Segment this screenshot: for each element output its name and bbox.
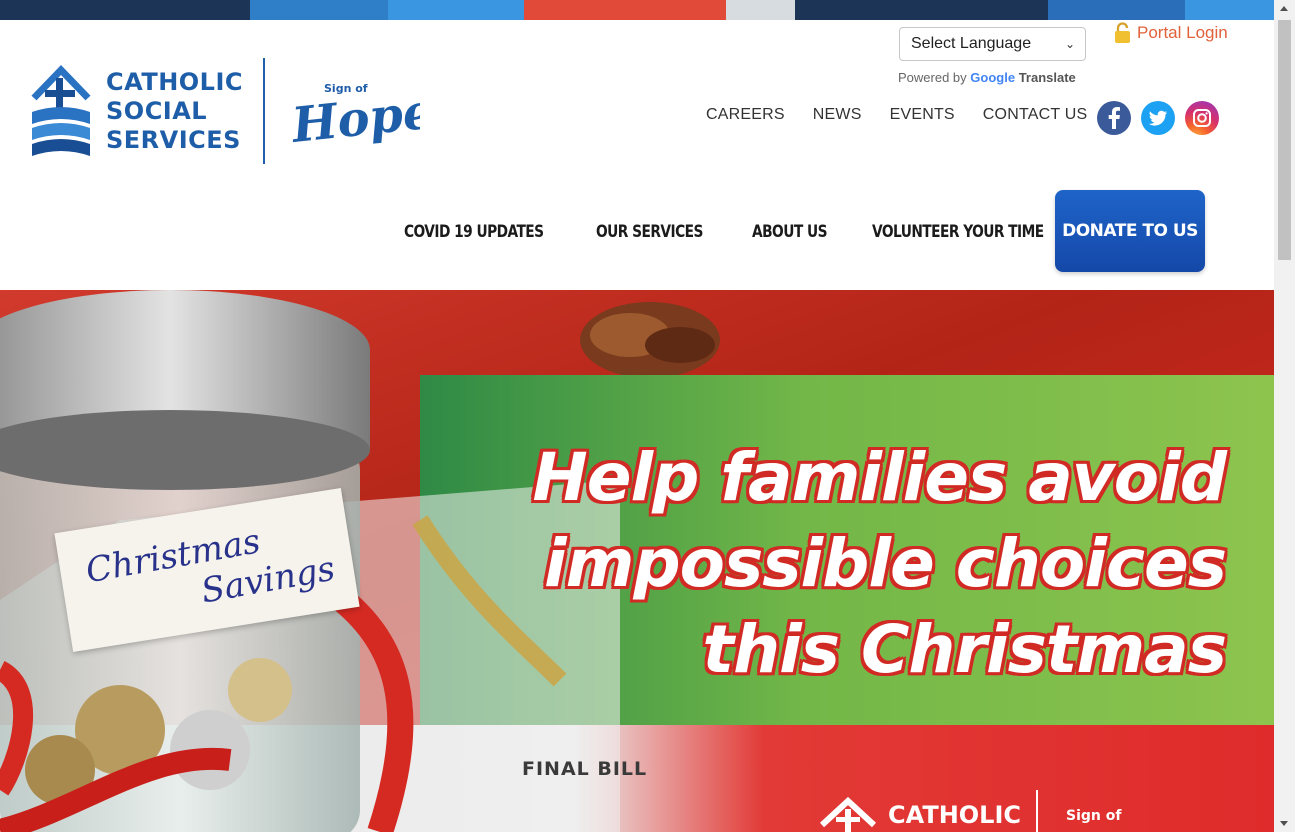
donate-button[interactable]: DONATE TO US bbox=[1055, 190, 1205, 272]
facebook-icon[interactable] bbox=[1097, 101, 1131, 135]
stripe-segment bbox=[0, 0, 250, 20]
google-logo: Google bbox=[970, 70, 1018, 85]
social-links bbox=[1097, 101, 1219, 135]
main-nav-covid-updates[interactable]: COVID 19 UPDATES bbox=[404, 222, 544, 242]
top-nav-contact-us[interactable]: CONTACT US bbox=[983, 106, 1088, 124]
top-nav-events[interactable]: EVENTS bbox=[890, 106, 955, 124]
stripe-segment bbox=[726, 0, 795, 20]
main-nav-volunteer[interactable]: VOLUNTEER YOUR TIME bbox=[872, 222, 1044, 242]
stripe-segment bbox=[524, 0, 726, 20]
logo-wordmark: CATHOLIC SOCIAL SERVICES bbox=[106, 68, 243, 155]
logo-line: CATHOLIC bbox=[106, 68, 244, 96]
twitter-icon[interactable] bbox=[1141, 101, 1175, 135]
instagram-glyph-icon bbox=[1193, 109, 1211, 127]
facebook-glyph-icon bbox=[1108, 107, 1120, 129]
powered-by-google-translate: Powered by Google Translate bbox=[898, 70, 1076, 85]
stripe-segment bbox=[1185, 0, 1274, 20]
mini-hope-text: Sign of bbox=[1066, 808, 1122, 824]
scroll-up-arrow-icon[interactable] bbox=[1280, 6, 1288, 11]
logo-divider bbox=[263, 58, 265, 164]
stripe-segment bbox=[1048, 0, 1185, 20]
scrollbar-thumb[interactable] bbox=[1278, 20, 1291, 260]
stripe-segment bbox=[388, 0, 524, 20]
site-logo[interactable]: CATHOLIC SOCIAL SERVICES Sign of Hope! bbox=[28, 58, 420, 168]
hero-headline: Help families avoid impossible choices t… bbox=[532, 435, 1227, 693]
twitter-glyph-icon bbox=[1148, 110, 1167, 126]
top-nav-news[interactable]: NEWS bbox=[813, 106, 862, 124]
cross-house-icon bbox=[819, 796, 877, 832]
chevron-down-icon: ⌄ bbox=[1064, 37, 1075, 51]
stripe-segment bbox=[795, 0, 1048, 20]
portal-login-label: Portal Login bbox=[1137, 23, 1228, 42]
top-nav-careers[interactable]: CAREERS bbox=[706, 106, 785, 124]
logo-line: SERVICES bbox=[106, 126, 241, 154]
mini-logo-divider bbox=[1036, 790, 1038, 832]
headline-line: impossible choices bbox=[543, 525, 1227, 602]
main-nav-our-services[interactable]: OUR SERVICES bbox=[596, 222, 703, 242]
hero-banner[interactable]: Christmas Savings Help families avoid im… bbox=[0, 290, 1274, 832]
top-color-stripe bbox=[0, 0, 1274, 20]
translate-link[interactable]: Translate bbox=[1019, 70, 1076, 85]
logo-line: SOCIAL bbox=[106, 97, 208, 125]
final-bill-text: FINAL BILL bbox=[522, 758, 648, 780]
sign-of-hope-logo-icon: Sign of Hope! bbox=[290, 81, 420, 150]
main-nav-about-us[interactable]: ABOUT US bbox=[752, 222, 828, 242]
hope-big-text: Hope! bbox=[290, 81, 420, 150]
language-select-value: Select Language bbox=[911, 35, 1032, 52]
powered-by-text: Powered by bbox=[898, 70, 967, 85]
headline-line: this Christmas bbox=[702, 611, 1227, 688]
catholic-social-services-logo-icon bbox=[31, 64, 91, 156]
instagram-icon[interactable] bbox=[1185, 101, 1219, 135]
portal-login-link[interactable]: Portal Login bbox=[1114, 22, 1228, 44]
language-select[interactable]: Select Language ⌄ bbox=[899, 27, 1086, 61]
page-scrollbar[interactable] bbox=[1274, 0, 1295, 832]
mini-logo-text: CATHOLIC bbox=[888, 801, 1022, 829]
lock-icon bbox=[1115, 22, 1130, 43]
hero-mini-logo: CATHOLIC bbox=[818, 795, 1021, 832]
google-text: Google bbox=[970, 70, 1016, 85]
scroll-down-arrow-icon[interactable] bbox=[1280, 821, 1288, 826]
top-nav: CAREERS NEWS EVENTS CONTACT US bbox=[706, 106, 1087, 124]
main-nav: COVID 19 UPDATES OUR SERVICES ABOUT US V… bbox=[404, 222, 1063, 242]
headline-line: Help families avoid bbox=[532, 439, 1227, 516]
stripe-segment bbox=[250, 0, 388, 20]
